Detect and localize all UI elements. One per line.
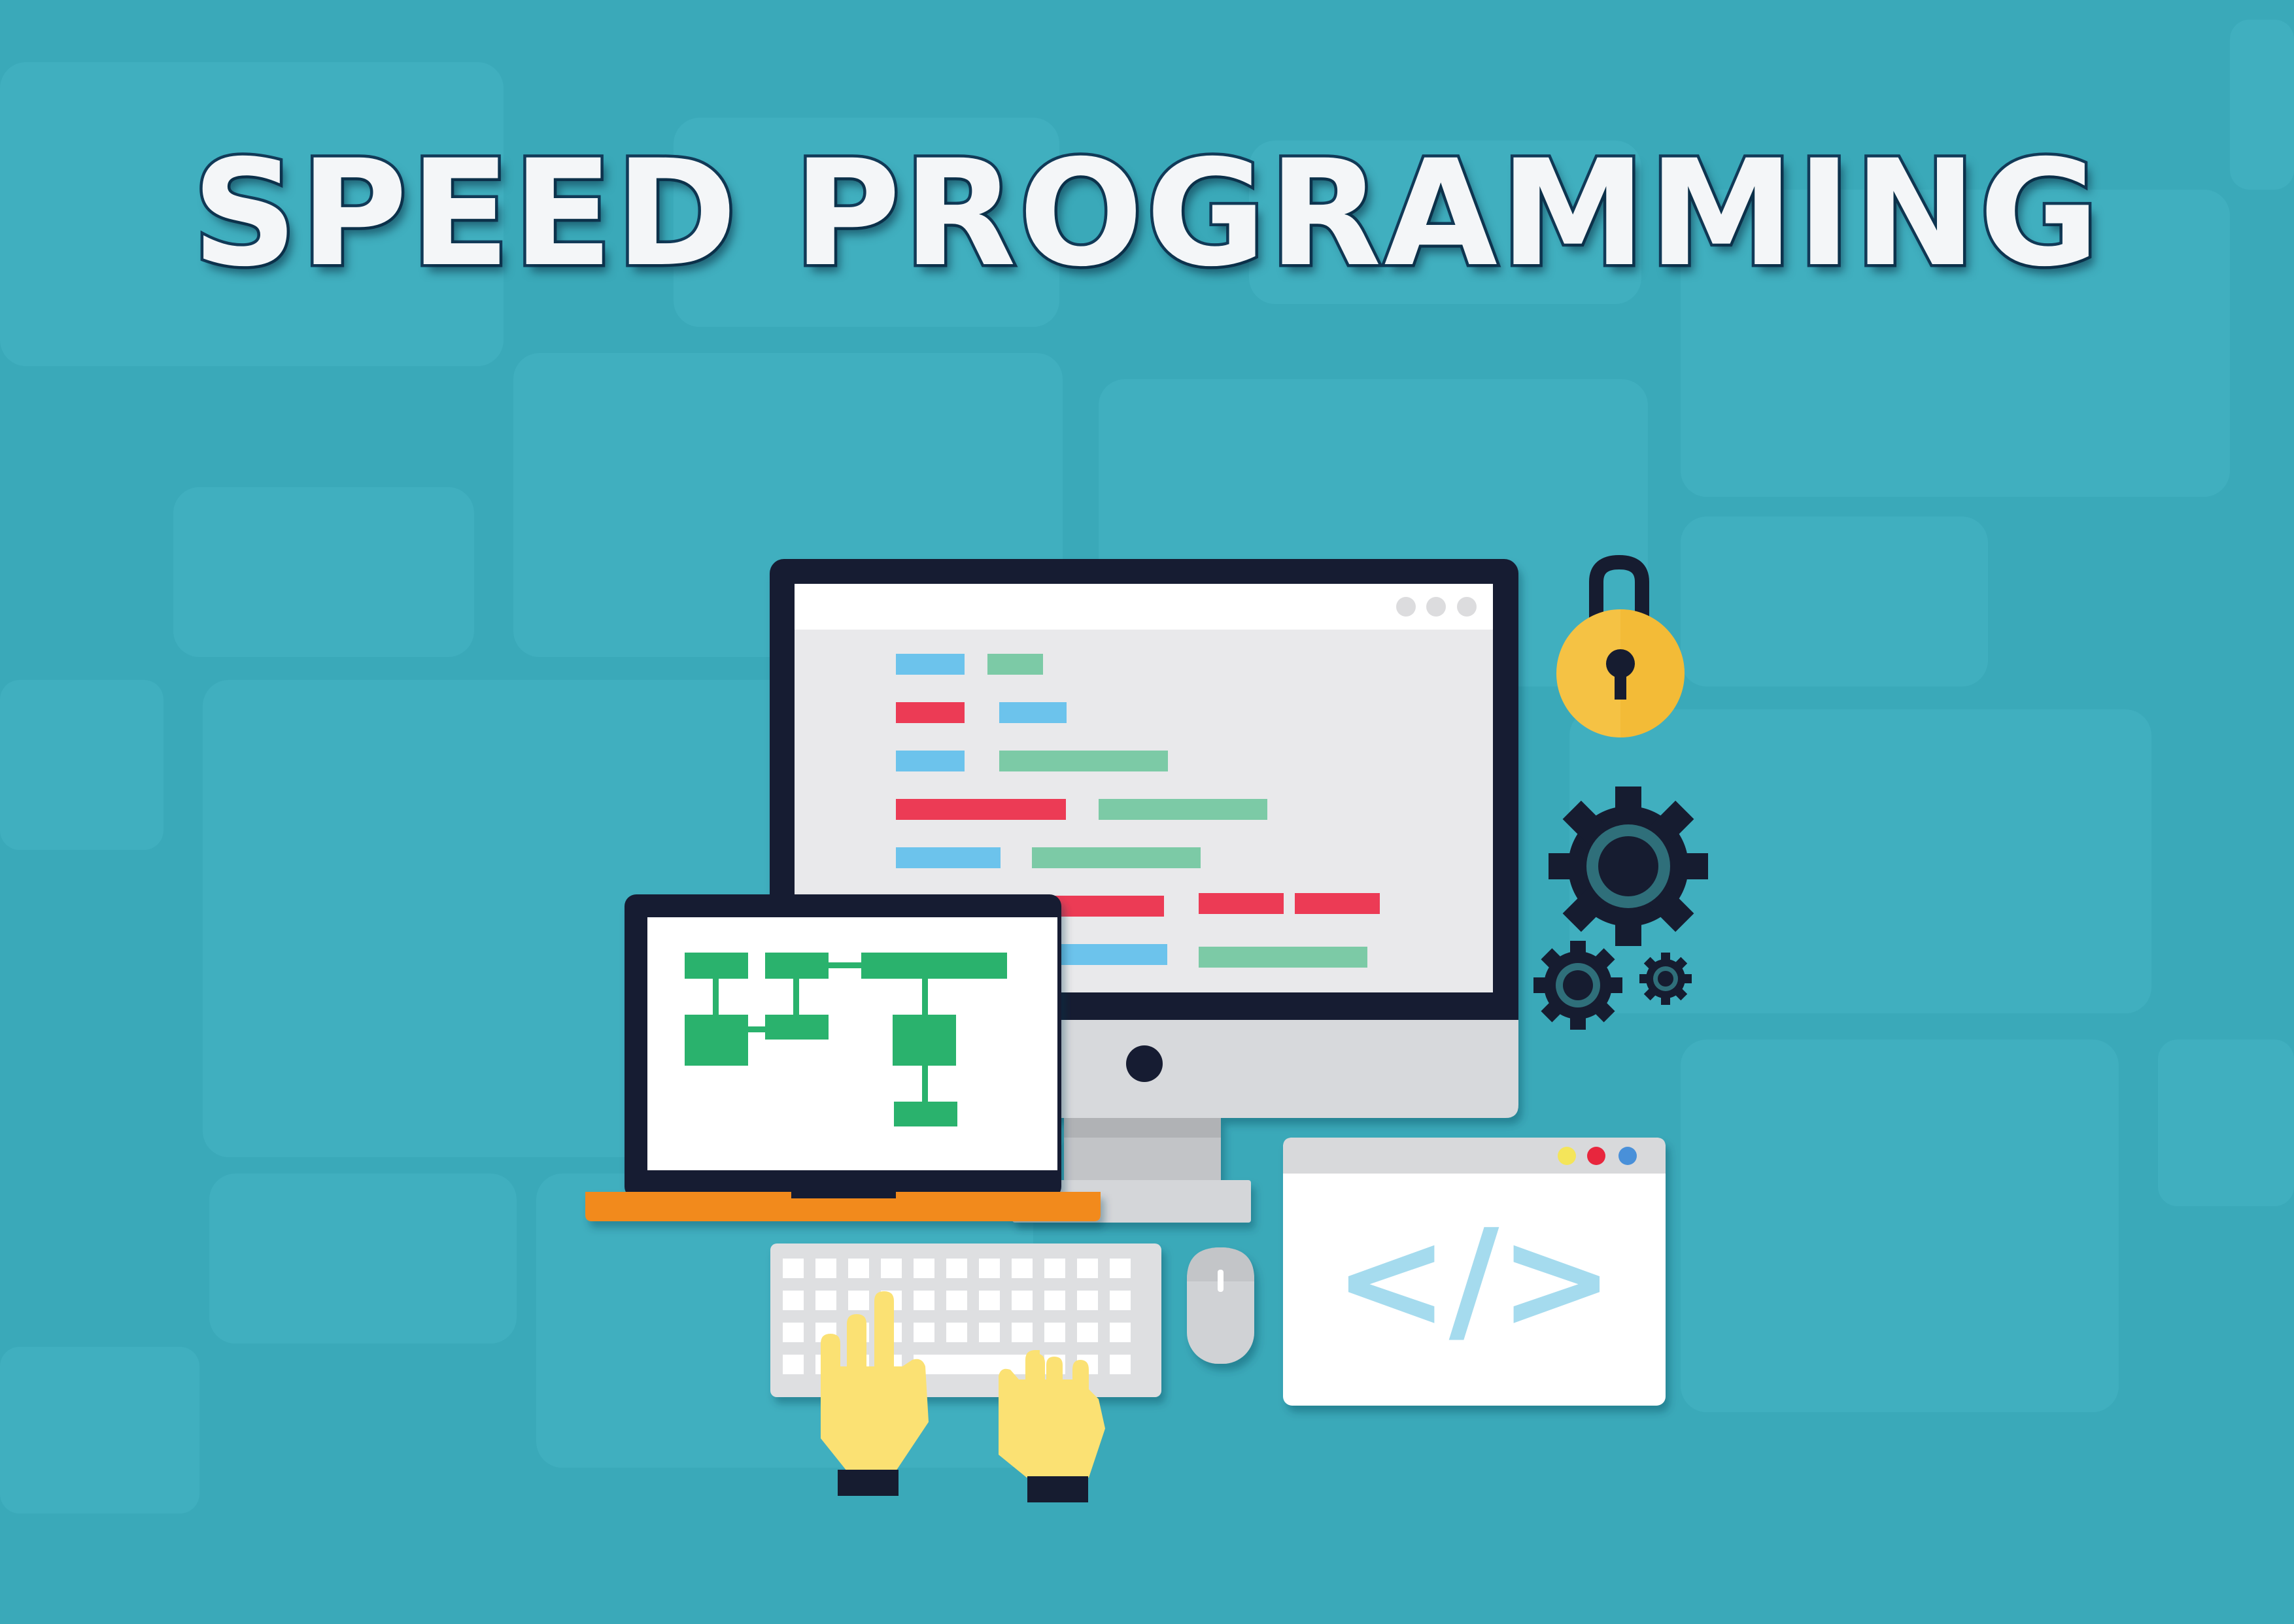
mouse bbox=[1187, 1247, 1254, 1364]
keyboard-key bbox=[1110, 1259, 1131, 1278]
keyboard-key bbox=[979, 1323, 1000, 1342]
keyboard-key bbox=[1044, 1259, 1065, 1278]
keyboard-key bbox=[848, 1259, 869, 1278]
keyboard-key bbox=[979, 1259, 1000, 1278]
keyboard-key bbox=[783, 1323, 804, 1342]
browser-window: </> bbox=[1283, 1138, 1666, 1406]
keyboard-key bbox=[815, 1291, 836, 1310]
keyboard-key bbox=[815, 1259, 836, 1278]
keyboard-spacebar bbox=[914, 1355, 1033, 1374]
keyboard-key bbox=[914, 1323, 934, 1342]
page-title: SPEED PROGRAMMING bbox=[189, 128, 2102, 299]
keyboard-key bbox=[1012, 1291, 1033, 1310]
keyboard-key bbox=[1077, 1323, 1098, 1342]
keyboard-key bbox=[1077, 1291, 1098, 1310]
keyboard-key bbox=[946, 1259, 967, 1278]
keyboard-key bbox=[848, 1291, 869, 1310]
keyboard-key bbox=[1044, 1323, 1065, 1342]
keyboard-key bbox=[1110, 1323, 1131, 1342]
keyboard-key bbox=[946, 1291, 967, 1310]
keyboard-key bbox=[783, 1259, 804, 1278]
keyboard-key bbox=[1110, 1291, 1131, 1310]
keyboard-key bbox=[1077, 1259, 1098, 1278]
keyboard-key bbox=[783, 1291, 804, 1310]
code-tag: </> bbox=[1334, 1200, 1615, 1360]
gear-icon bbox=[1533, 941, 1622, 1030]
keyboard-key bbox=[1012, 1323, 1033, 1342]
keyboard-key bbox=[914, 1291, 934, 1310]
keyboard-key bbox=[1110, 1355, 1131, 1374]
keyboard-key bbox=[946, 1323, 967, 1342]
artwork: </> SPEED PROGRAMMING bbox=[0, 0, 2294, 1621]
laptop bbox=[585, 894, 1101, 1221]
keyboard-key bbox=[783, 1355, 804, 1374]
keyboard-key bbox=[1012, 1259, 1033, 1278]
keyboard-key bbox=[1044, 1291, 1065, 1310]
gear-icon bbox=[1639, 953, 1692, 1005]
gear-icon bbox=[1549, 787, 1708, 946]
keyboard-key bbox=[881, 1259, 902, 1278]
keyboard-key bbox=[979, 1291, 1000, 1310]
keyboard-key bbox=[914, 1259, 934, 1278]
